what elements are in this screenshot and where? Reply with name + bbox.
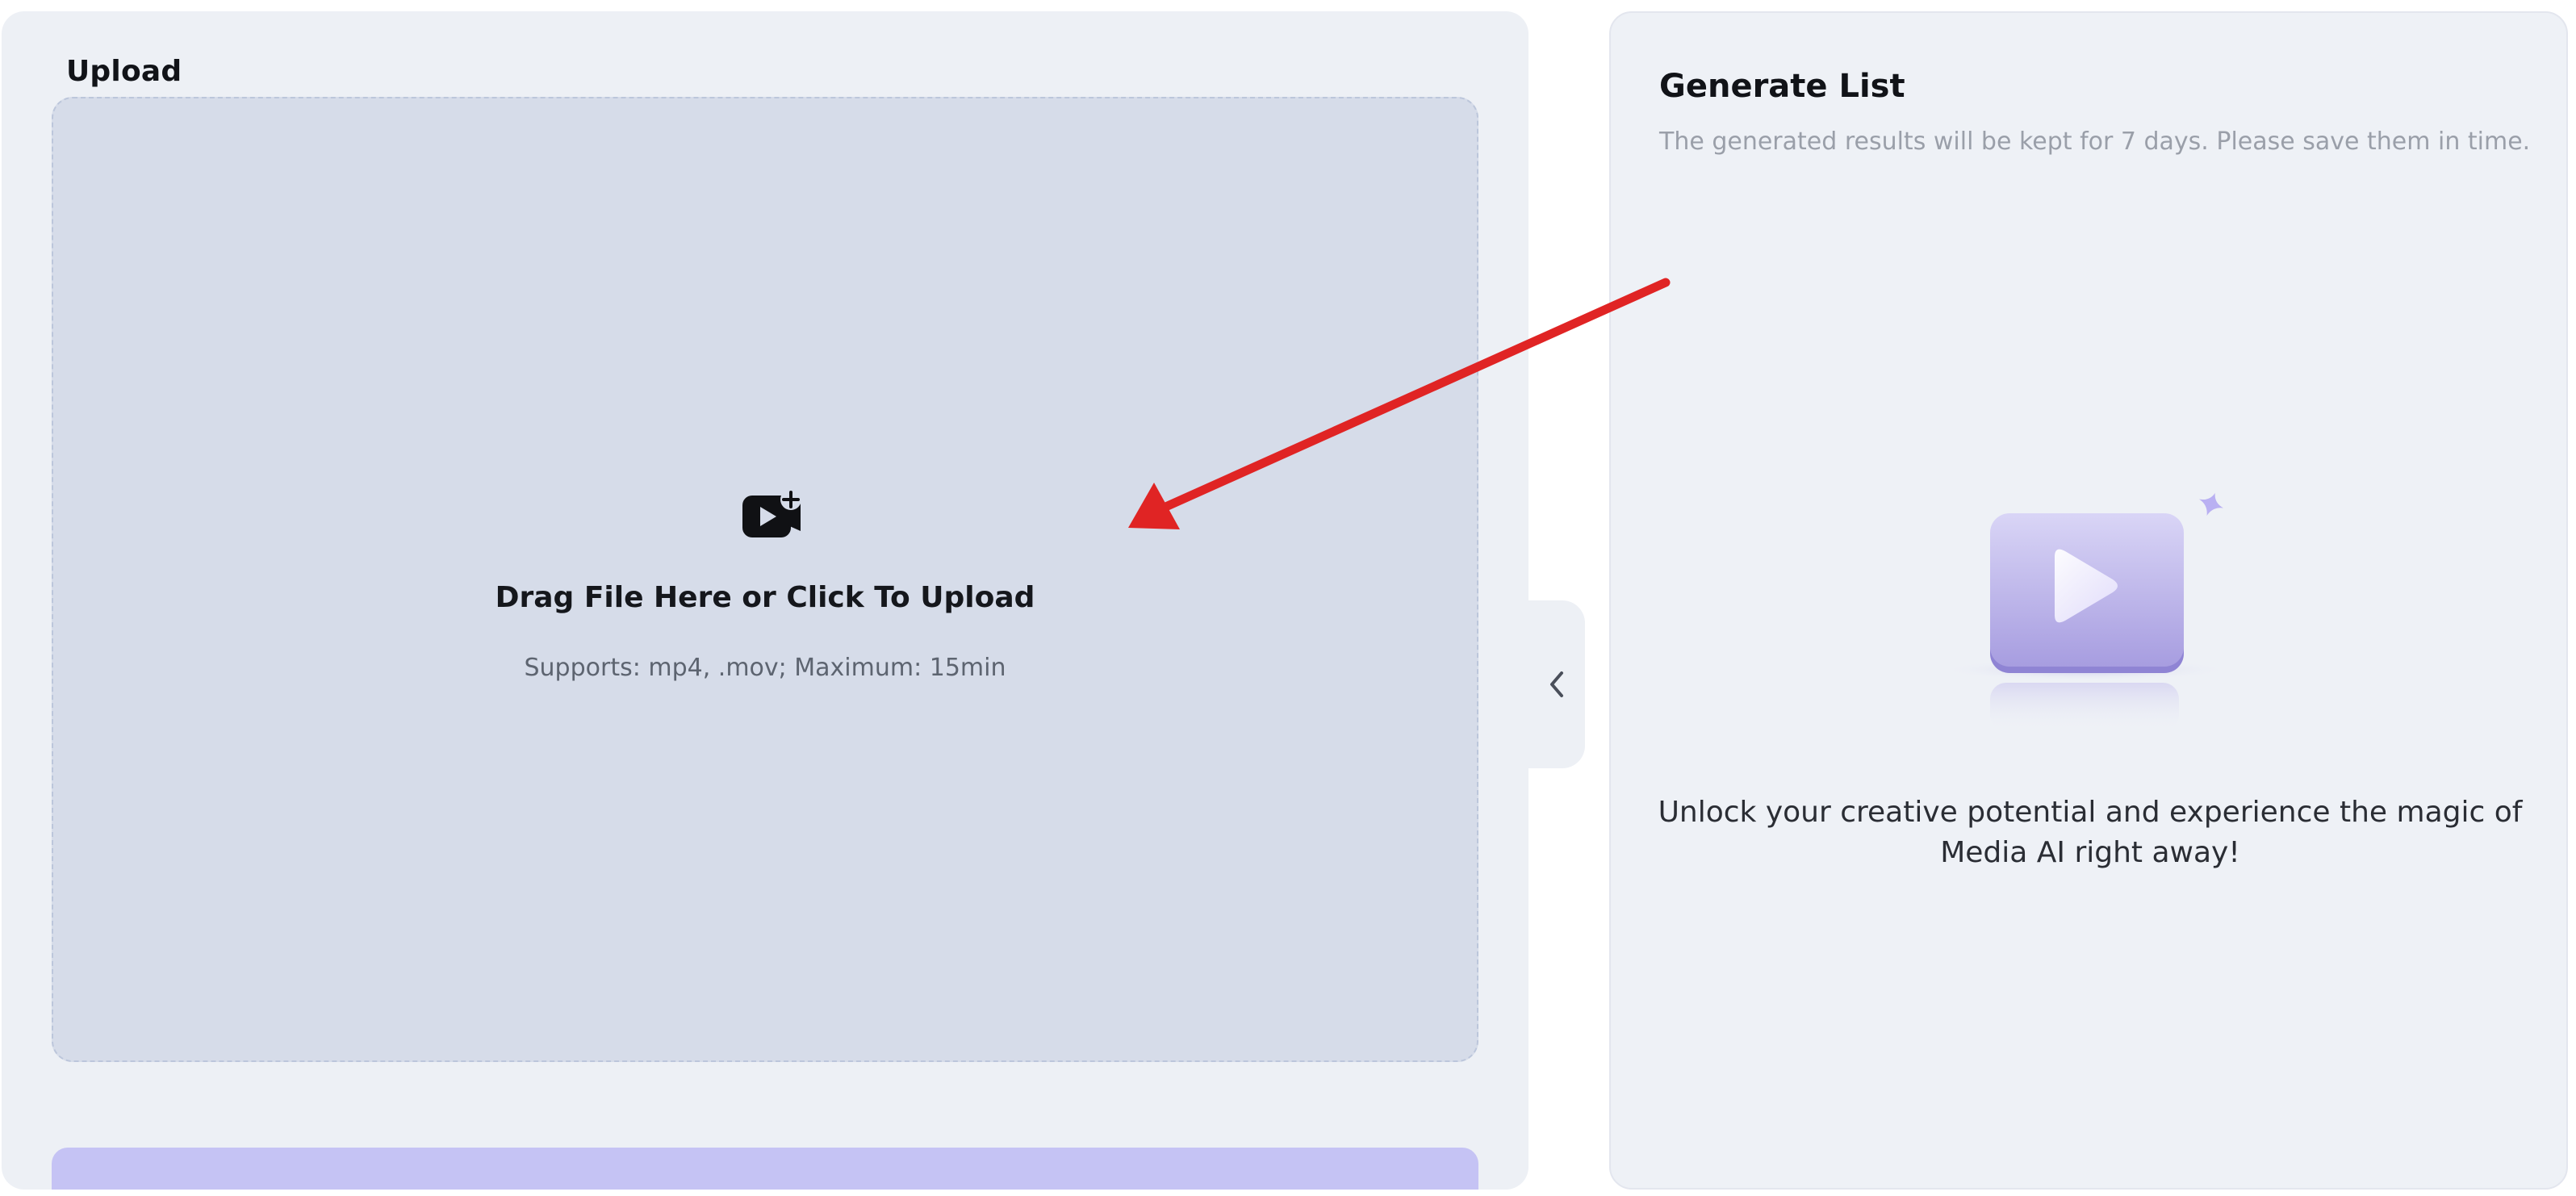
- upload-dropzone[interactable]: Drag File Here or Click To Upload Suppor…: [52, 97, 1478, 1062]
- generate-list-panel: Generate List The generated results will…: [1609, 11, 2568, 1190]
- generate-button[interactable]: [52, 1148, 1478, 1190]
- generate-list-retention-note: The generated results will be kept for 7…: [1659, 128, 2531, 156]
- video-play-illustration: [1940, 492, 2231, 731]
- chevron-left-icon: [1550, 671, 1563, 697]
- dropzone-title: Drag File Here or Click To Upload: [495, 581, 1035, 614]
- generate-list-title: Generate List: [1659, 68, 1905, 105]
- upload-panel: Upload Drag File Here or Click To Upload…: [2, 11, 1528, 1190]
- page: Upload Drag File Here or Click To Upload…: [0, 0, 2576, 1196]
- video-add-icon: [742, 489, 801, 537]
- empty-state-message: Unlock your creative potential and exper…: [1658, 796, 2523, 869]
- collapse-panel-button[interactable]: [1528, 600, 1585, 768]
- dropzone-supported-formats: Supports: mp4, .mov; Maximum: 15min: [524, 654, 1006, 682]
- upload-title: Upload: [66, 55, 182, 88]
